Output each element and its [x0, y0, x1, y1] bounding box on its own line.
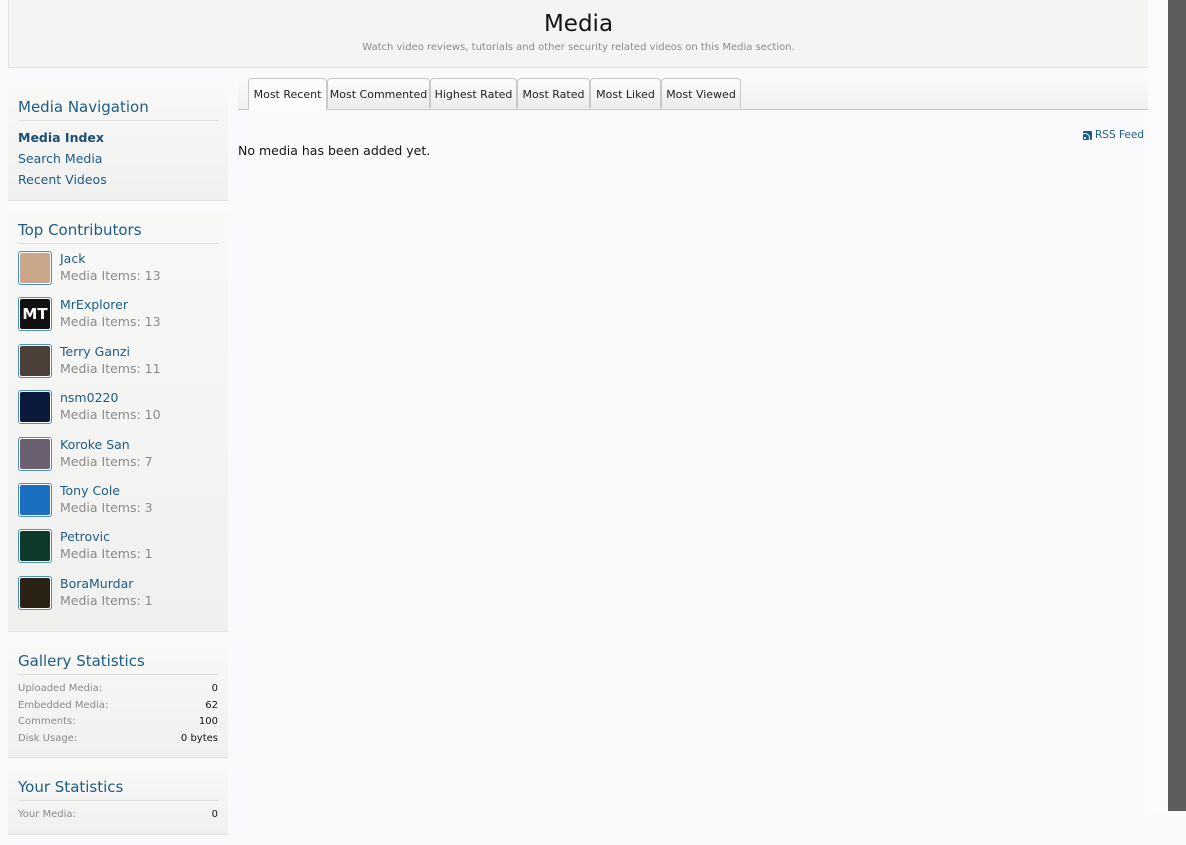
contributor-media-count: Media Items: 1: [60, 592, 153, 608]
contributor-text: Jack Media Items: 13: [60, 250, 161, 284]
avatar-image: MT: [20, 299, 50, 330]
contributor-avatar[interactable]: [18, 529, 52, 564]
stat-label: Your Media:: [18, 809, 76, 821]
contributor-text: MrExplorer Media Items: 13: [60, 296, 161, 330]
media-navigation-title: Media Navigation: [18, 97, 218, 121]
contributors-list: Jack Media Items: 13 MT MrExplorer Media Ite…: [18, 250, 218, 621]
contributor-avatar[interactable]: [18, 482, 52, 517]
tab-most-rated[interactable]: Most Rated: [517, 78, 590, 108]
contributor-name[interactable]: Petrovic: [60, 528, 153, 545]
stat-value: 100: [198, 716, 218, 728]
stat-row-your-media: Your Media: 0: [18, 807, 218, 824]
contributor-name[interactable]: MrExplorer: [60, 296, 161, 313]
page-title: Media: [543, 11, 614, 37]
avatar-image: [20, 438, 50, 469]
avatar-image: [20, 392, 50, 423]
stat-row-uploaded-media: Uploaded Media: 0: [18, 681, 218, 698]
contributor-text: BoraMurdar Media Items: 1: [60, 575, 153, 609]
avatar-image: [20, 253, 50, 283]
page-header: Media Watch video reviews, tutorials and…: [8, 0, 1149, 68]
tab-most-recent[interactable]: Most Recent: [248, 78, 327, 110]
gallery-statistics-block: Gallery Statistics Uploaded Media: 0 Emb…: [8, 642, 228, 759]
avatar-image: [20, 345, 50, 376]
stat-value: 0 bytes: [180, 732, 218, 744]
stat-row-embedded-media: Embedded Media: 62: [18, 698, 218, 715]
contributor-media-count: Media Items: 1: [60, 546, 153, 562]
your-statistics-block: Your Statistics Your Media: 0: [8, 768, 228, 835]
stat-value: 62: [205, 699, 218, 711]
contributor-text: Koroke San Media Items: 7: [60, 436, 153, 470]
your-statistics-title: Your Statistics: [18, 777, 218, 802]
stat-label: Uploaded Media:: [18, 683, 103, 695]
contributor-item: Koroke San Media Items: 7: [18, 436, 218, 482]
media-navigation-block: Media Navigation Media Index Search Medi…: [8, 88, 228, 201]
contributor-item: Terry Ganzi Media Items: 11: [18, 343, 218, 389]
contributor-text: Petrovic Media Items: 1: [60, 528, 153, 562]
avatar-image: [20, 484, 50, 515]
page-subtitle: Watch video reviews, tutorials and other…: [362, 42, 795, 53]
contributor-name[interactable]: Koroke San: [60, 436, 153, 453]
tab-most-liked[interactable]: Most Liked: [590, 78, 661, 108]
contributor-media-count: Media Items: 10: [60, 407, 161, 423]
contributor-name[interactable]: Jack: [60, 250, 161, 267]
rss-icon: [1083, 130, 1092, 140]
contributor-media-count: Media Items: 13: [60, 314, 161, 330]
stat-label: Comments:: [18, 716, 76, 728]
contributor-avatar[interactable]: [18, 251, 52, 285]
nav-link-recent-videos[interactable]: Recent Videos: [18, 169, 218, 190]
avatar-image: [20, 577, 50, 608]
contributor-text: nsm0220 Media Items: 10: [60, 389, 161, 423]
rss-feed-label: RSS Feed: [1095, 129, 1145, 141]
contributor-item: nsm0220 Media Items: 10: [18, 389, 218, 435]
contributor-media-count: Media Items: 7: [60, 453, 153, 469]
contributor-media-count: Media Items: 3: [60, 499, 153, 515]
stat-row-comments: Comments: 100: [18, 714, 218, 731]
stat-label: Embedded Media:: [18, 699, 109, 711]
contributor-avatar[interactable]: [18, 390, 52, 425]
contributor-item: MT MrExplorer Media Items: 13: [18, 296, 218, 342]
nav-link-media-index[interactable]: Media Index: [18, 127, 218, 148]
nav-link-search-media[interactable]: Search Media: [18, 148, 218, 169]
stat-label: Disk Usage:: [18, 732, 78, 744]
contributor-name[interactable]: Tony Cole: [60, 482, 153, 499]
contributor-name[interactable]: BoraMurdar: [60, 575, 153, 592]
contributor-name[interactable]: nsm0220: [60, 389, 161, 406]
contributor-text: Tony Cole Media Items: 3: [60, 482, 153, 516]
tab-most-commented[interactable]: Most Commented: [327, 78, 430, 108]
contributor-media-count: Media Items: 13: [60, 268, 161, 283]
contributor-avatar[interactable]: [18, 575, 52, 610]
contributor-text: Terry Ganzi Media Items: 11: [60, 343, 161, 377]
contributor-item: Jack Media Items: 13: [18, 250, 218, 296]
tab-most-viewed[interactable]: Most Viewed: [661, 78, 741, 108]
empty-media-message: No media has been added yet.: [238, 143, 431, 158]
contributor-item: BoraMurdar Media Items: 1: [18, 575, 218, 621]
tab-highest-rated[interactable]: Highest Rated: [430, 78, 517, 108]
contributor-avatar[interactable]: [18, 343, 52, 378]
gallery-statistics-title: Gallery Statistics: [18, 651, 218, 676]
page-margin: [1148, 0, 1168, 811]
rss-feed-link[interactable]: RSS Feed: [1083, 129, 1144, 141]
sidebar: Media Navigation Media Index Search Medi…: [8, 88, 228, 845]
contributor-item: Petrovic Media Items: 1: [18, 528, 218, 574]
avatar-image: [20, 531, 50, 562]
media-tabs: Most Recent Most Commented Highest Rated…: [238, 78, 1148, 110]
contributor-media-count: Media Items: 11: [60, 360, 161, 376]
top-contributors-title: Top Contributors: [18, 220, 218, 244]
stat-value: 0: [211, 683, 218, 695]
scrollbar[interactable]: [1168, 0, 1186, 811]
contributor-avatar[interactable]: MT: [18, 297, 52, 332]
top-contributors-block: Top Contributors Jack Media Items: 13 MT Mr…: [8, 211, 228, 633]
contributor-name[interactable]: Terry Ganzi: [60, 343, 161, 360]
contributor-item: Tony Cole Media Items: 3: [18, 482, 218, 528]
stat-row-disk-usage: Disk Usage: 0 bytes: [18, 731, 218, 748]
contributor-avatar[interactable]: [18, 436, 52, 471]
stat-value: 0: [211, 809, 218, 821]
